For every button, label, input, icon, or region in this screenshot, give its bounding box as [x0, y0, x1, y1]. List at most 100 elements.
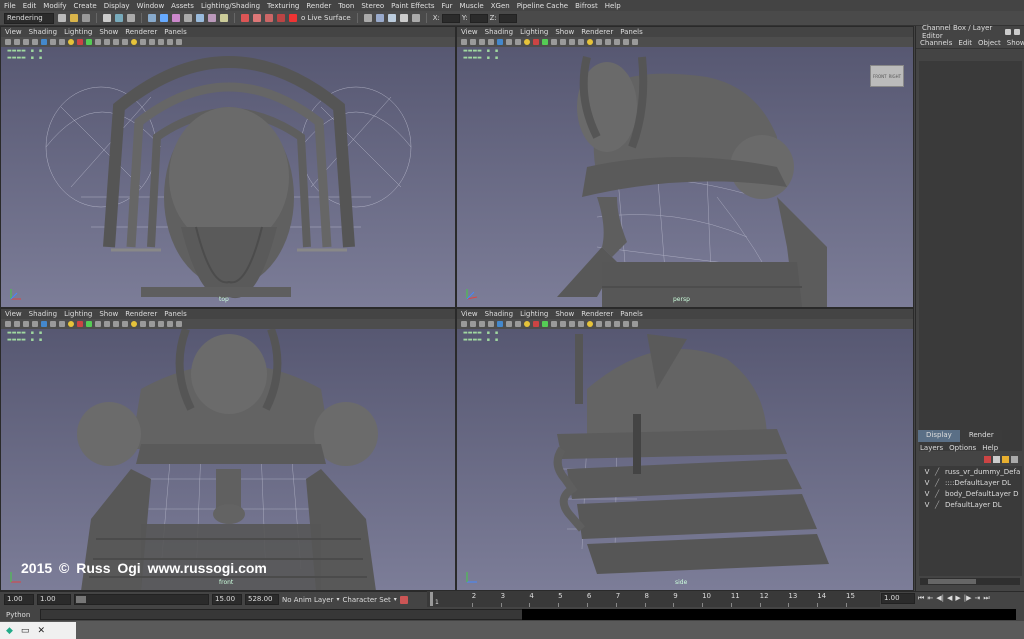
- vp-menu-lighting[interactable]: Lighting: [64, 310, 92, 318]
- image-plane-icon[interactable]: [479, 39, 485, 45]
- key-icon[interactable]: [399, 595, 408, 604]
- cb-menu-channels[interactable]: Channels: [920, 39, 952, 47]
- vp-menu-panels[interactable]: Panels: [164, 28, 187, 36]
- mask-joints-icon[interactable]: [160, 14, 168, 22]
- play-backward-icon[interactable]: ◀: [947, 594, 952, 603]
- frame-all-icon[interactable]: [560, 321, 566, 327]
- textured-icon[interactable]: [59, 321, 65, 327]
- gate-mask-icon[interactable]: [131, 39, 137, 45]
- cb-menu-object[interactable]: Object: [978, 39, 1001, 47]
- snap-view-icon[interactable]: [277, 14, 285, 22]
- command-input[interactable]: [40, 609, 531, 620]
- range-slider-handle[interactable]: [76, 596, 86, 603]
- bookmark-icon[interactable]: [14, 321, 20, 327]
- layer-menu-layers[interactable]: Layers: [920, 444, 943, 452]
- safe-action-icon[interactable]: [149, 39, 155, 45]
- grid-icon[interactable]: [32, 39, 38, 45]
- select-object-icon[interactable]: [115, 14, 123, 22]
- coord-x-field[interactable]: [441, 13, 460, 23]
- mask-curves-icon[interactable]: [172, 14, 180, 22]
- exposure-icon[interactable]: [623, 39, 629, 45]
- layer-menu-options[interactable]: Options: [949, 444, 976, 452]
- bookmark-icon[interactable]: [14, 39, 20, 45]
- frame-all-icon[interactable]: [104, 321, 110, 327]
- xray-icon[interactable]: [86, 39, 92, 45]
- coord-z-field[interactable]: [498, 13, 517, 23]
- history-icon[interactable]: [363, 14, 372, 22]
- tab-display[interactable]: Display: [918, 430, 960, 442]
- vp-menu-shading[interactable]: Shading: [29, 28, 57, 36]
- tab-render[interactable]: Render: [960, 430, 1002, 442]
- exposure-icon[interactable]: [167, 39, 173, 45]
- layer-scrollbar[interactable]: [920, 578, 1020, 585]
- bookmark-icon[interactable]: [470, 321, 476, 327]
- isolate-icon[interactable]: [95, 39, 101, 45]
- render-frame-icon[interactable]: [375, 14, 384, 22]
- move-layer-up-icon[interactable]: [1002, 456, 1009, 463]
- camera-icon[interactable]: [461, 321, 467, 327]
- menu-bifrost[interactable]: Bifrost: [575, 2, 598, 10]
- shadows-icon[interactable]: [533, 39, 539, 45]
- close-icon[interactable]: ✕: [37, 626, 45, 636]
- vp-menu-shading[interactable]: Shading: [485, 28, 513, 36]
- gate-mask-icon[interactable]: [587, 39, 593, 45]
- grid-icon[interactable]: [488, 39, 494, 45]
- vp-menu-lighting[interactable]: Lighting: [520, 28, 548, 36]
- safe-title-icon[interactable]: [158, 39, 164, 45]
- menu-toon[interactable]: Toon: [338, 2, 354, 10]
- toggle-channel-box-icon[interactable]: [1005, 28, 1011, 35]
- visibility-toggle[interactable]: V: [919, 479, 935, 487]
- vp-menu-view[interactable]: View: [5, 310, 22, 318]
- cb-menu-edit[interactable]: Edit: [958, 39, 972, 47]
- textured-icon[interactable]: [515, 321, 521, 327]
- time-slider[interactable]: 2 3 4 5 6 7 8 9 10 11 12 13 14 15: [427, 591, 880, 607]
- vp-menu-shading[interactable]: Shading: [29, 310, 57, 318]
- frame-selection-icon[interactable]: [113, 39, 119, 45]
- vp-menu-lighting[interactable]: Lighting: [520, 310, 548, 318]
- isolate-icon[interactable]: [551, 39, 557, 45]
- scrollbar-thumb[interactable]: [928, 579, 976, 584]
- mask-deform-icon[interactable]: [196, 14, 204, 22]
- start-time-field[interactable]: 1.00: [4, 594, 34, 605]
- play-forward-icon[interactable]: ▶: [955, 594, 960, 603]
- menu-window[interactable]: Window: [137, 2, 165, 10]
- wireframe-icon[interactable]: [497, 39, 503, 45]
- smooth-shade-icon[interactable]: [50, 39, 56, 45]
- gamma-icon[interactable]: [176, 39, 182, 45]
- image-plane-icon[interactable]: [479, 321, 485, 327]
- grid-icon[interactable]: [488, 321, 494, 327]
- current-frame-field[interactable]: 1.00: [881, 593, 915, 604]
- save-scene-icon[interactable]: [82, 14, 90, 22]
- image-plane-icon[interactable]: [23, 39, 29, 45]
- isolate-icon[interactable]: [551, 321, 557, 327]
- vp-menu-show[interactable]: Show: [555, 310, 574, 318]
- new-scene-icon[interactable]: [58, 14, 66, 22]
- visibility-toggle[interactable]: V: [919, 468, 935, 476]
- xray-icon[interactable]: [542, 39, 548, 45]
- menu-stereo[interactable]: Stereo: [361, 2, 384, 10]
- snap-surface-icon[interactable]: [289, 14, 297, 22]
- mask-surfaces-icon[interactable]: [184, 14, 192, 22]
- script-language-label[interactable]: Python: [6, 611, 30, 619]
- vp-menu-show[interactable]: Show: [99, 28, 118, 36]
- vp-menu-renderer[interactable]: Renderer: [125, 310, 157, 318]
- character-set-dropdown[interactable]: Character Set: [343, 596, 391, 604]
- gamma-icon[interactable]: [176, 321, 182, 327]
- resolution-gate-icon[interactable]: [122, 321, 128, 327]
- gamma-icon[interactable]: [632, 39, 638, 45]
- safe-action-icon[interactable]: [149, 321, 155, 327]
- field-chart-icon[interactable]: [596, 321, 602, 327]
- live-surface-label[interactable]: o Live Surface: [301, 14, 351, 22]
- lights-icon[interactable]: [524, 39, 530, 45]
- vp-menu-panels[interactable]: Panels: [164, 310, 187, 318]
- step-back-frame-icon[interactable]: ◀|: [936, 594, 944, 603]
- step-forward-key-icon[interactable]: ⇥: [974, 594, 980, 603]
- grid-icon[interactable]: [32, 321, 38, 327]
- wireframe-icon[interactable]: [497, 321, 503, 327]
- vp-menu-panels[interactable]: Panels: [620, 310, 643, 318]
- go-to-end-icon[interactable]: ⏭: [983, 594, 989, 603]
- vp-menu-panels[interactable]: Panels: [620, 28, 643, 36]
- mask-icon[interactable]: [148, 14, 156, 22]
- menu-muscle[interactable]: Muscle: [459, 2, 483, 10]
- menu-help[interactable]: Help: [605, 2, 621, 10]
